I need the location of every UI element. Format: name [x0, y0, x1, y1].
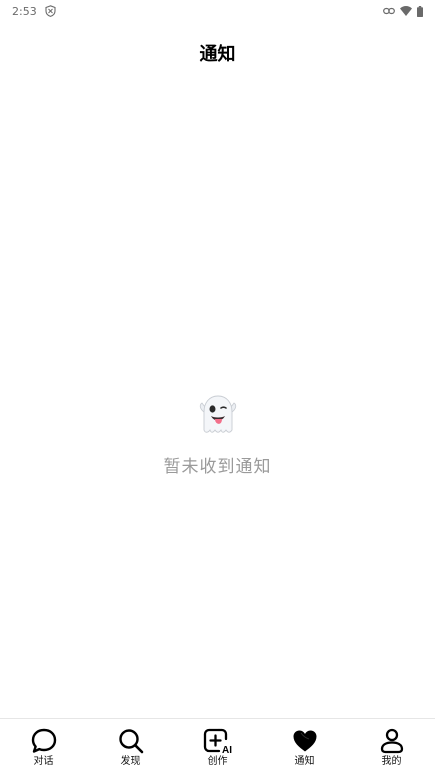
- nav-item-discover[interactable]: 发现: [87, 719, 174, 768]
- shield-icon: [45, 5, 56, 17]
- nav-label-chat: 对话: [33, 756, 54, 767]
- nav-item-create[interactable]: AI 创作: [174, 719, 261, 768]
- battery-icon: [417, 5, 423, 17]
- nav-label-notifications: 通知: [294, 756, 315, 767]
- nav-label-discover: 发现: [120, 756, 141, 767]
- header: 通知: [0, 38, 435, 68]
- person-icon: [378, 727, 406, 755]
- nav-item-notifications[interactable]: 通知: [261, 719, 348, 768]
- bottom-nav: 对话 发现 AI 创作 通知 我的: [0, 718, 435, 774]
- empty-message: 暂未收到通知: [163, 457, 272, 477]
- empty-state: 暂未收到通知: [0, 392, 435, 477]
- status-right: [383, 5, 423, 17]
- nav-item-chat[interactable]: 对话: [0, 719, 87, 768]
- search-icon: [117, 727, 145, 755]
- wifi-icon: [400, 6, 412, 16]
- nav-label-create: 创作: [207, 756, 228, 767]
- svg-text:AI: AI: [222, 745, 232, 755]
- heart-icon: [291, 727, 319, 755]
- link-icon: [383, 7, 395, 15]
- nav-label-profile: 我的: [381, 756, 402, 767]
- create-ai-icon: AI: [202, 727, 234, 755]
- notifications-screen: 2:53 通知 暂未收到通知 对话 发现 AI 创作 通知 我的: [0, 0, 435, 774]
- nav-item-profile[interactable]: 我的: [348, 719, 435, 768]
- chat-bubble-icon: [30, 727, 58, 755]
- status-time: 2:53: [12, 4, 37, 18]
- status-left: 2:53: [12, 5, 56, 18]
- page-title: 通知: [199, 44, 236, 65]
- status-bar: 2:53: [0, 0, 435, 22]
- ghost-icon: [199, 395, 236, 433]
